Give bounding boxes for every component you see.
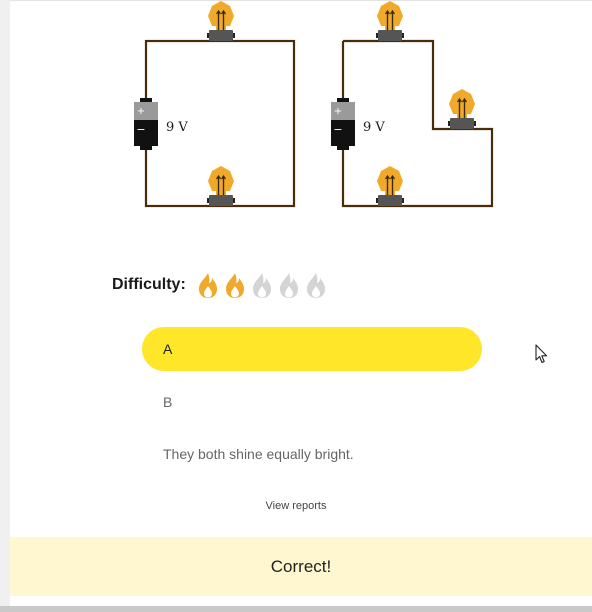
lightbulb-icon-top-left (206, 0, 236, 42)
flame-icon-active (225, 273, 244, 298)
circuit-diagram: + − 9 V + − 9 V (134, 0, 494, 208)
answer-option-b-label: B (163, 394, 173, 410)
lightbulb-icon-bottom-left (206, 165, 236, 207)
view-reports-link[interactable]: View reports (0, 500, 592, 512)
answer-option-c[interactable]: They both shine equally bright. (142, 432, 482, 476)
lightbulb-icon-middle-right (447, 88, 477, 130)
flame-icon-active (198, 273, 217, 298)
battery-plus-sign-right: + (334, 106, 342, 117)
battery-plus-sign: + (137, 106, 145, 117)
answer-option-a-label: A (163, 341, 173, 357)
mouse-cursor-icon (535, 344, 548, 364)
difficulty-flames (195, 271, 329, 299)
answer-option-a[interactable]: A (142, 327, 482, 371)
left-gutter (0, 0, 10, 612)
bottom-scrollbar[interactable] (0, 606, 592, 612)
voltage-label-right: 9 V (363, 120, 385, 135)
right-circuit: + − 9 V (331, 0, 494, 208)
lightbulb-icon-bottom-right (375, 165, 405, 207)
difficulty-label: Difficulty: (112, 276, 186, 293)
feedback-banner: Correct! (10, 537, 592, 596)
feedback-message: Correct! (270, 556, 332, 576)
left-circuit: + − 9 V (134, 0, 296, 208)
battery-minus-sign: − (136, 123, 145, 136)
flame-icon-inactive (306, 273, 325, 298)
flame-icon-inactive (279, 273, 298, 298)
answer-option-b[interactable]: B (142, 380, 482, 424)
difficulty-rating: Difficulty: (112, 268, 329, 302)
answer-option-c-label: They both shine equally bright. (163, 446, 354, 462)
battery-minus-sign-right: − (333, 123, 342, 136)
lightbulb-icon-top-right (375, 0, 405, 42)
voltage-label-left: 9 V (166, 120, 188, 135)
flame-icon-inactive (252, 273, 271, 298)
